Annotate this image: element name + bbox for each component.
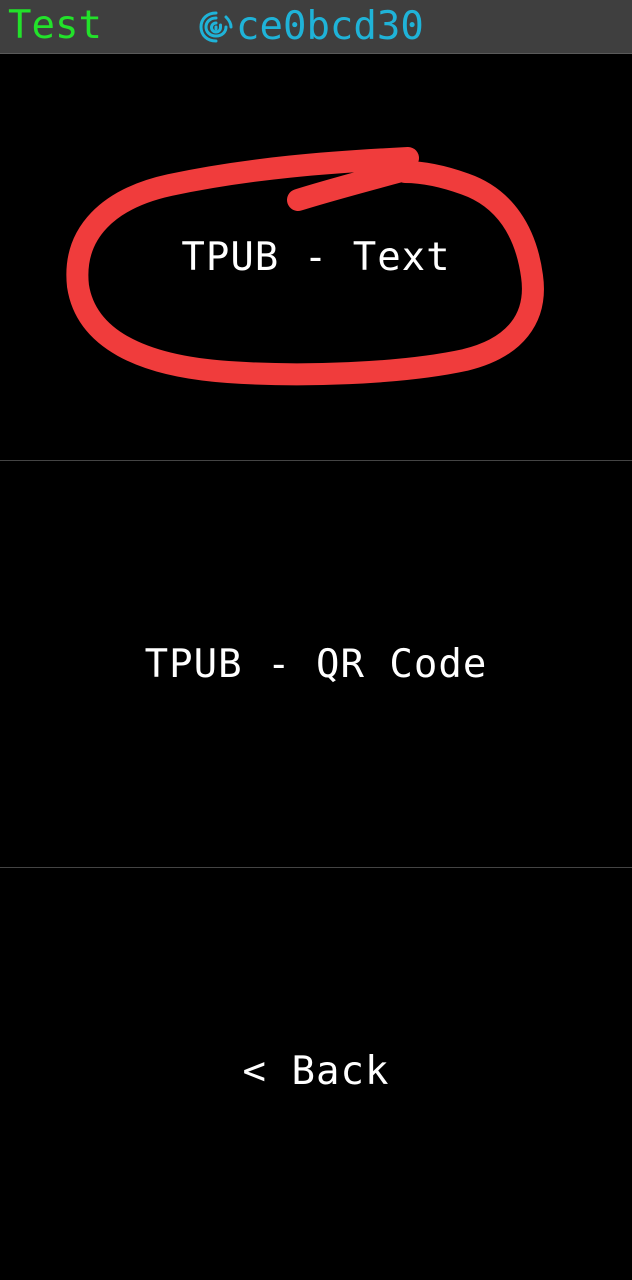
menu-item-label: TPUB - QR Code — [144, 641, 488, 687]
menu-item-tpub-qr-code[interactable]: TPUB - QR Code — [0, 461, 632, 867]
fingerprint-icon — [199, 11, 233, 43]
back-button[interactable]: < Back — [0, 868, 632, 1274]
back-button-label: < Back — [242, 1048, 390, 1094]
status-bar: Test ce0bcd30 — [0, 0, 632, 54]
wallet-fingerprint: ce0bcd30 — [196, 4, 424, 50]
network-name: Test — [8, 3, 102, 48]
menu-item-label: TPUB - Text — [181, 234, 451, 280]
menu-item-tpub-text[interactable]: TPUB - Text — [0, 54, 632, 460]
fingerprint-text: ce0bcd30 — [236, 4, 424, 49]
screen: Test ce0bcd30 TPUB - Text TPUB - QR Code… — [0, 0, 632, 1280]
